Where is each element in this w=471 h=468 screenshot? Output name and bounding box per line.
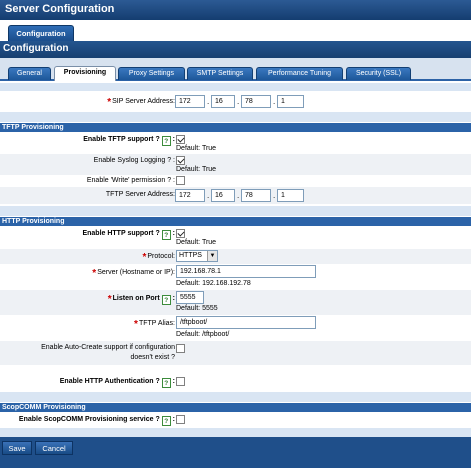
tab-configuration[interactable]: Configuration <box>8 25 74 41</box>
tftp-address-label: TFTP Server Address: <box>105 191 175 198</box>
page-title: Configuration <box>0 41 471 58</box>
write-permission-checkbox[interactable] <box>176 176 185 185</box>
write-permission-row: Enable 'Write' permission ? : <box>0 175 471 187</box>
tftp-ip-1[interactable]: 172 <box>175 189 205 202</box>
port-label: *Listen on Port? : <box>107 294 175 305</box>
tab-security-ssl[interactable]: Security (SSL) <box>346 67 411 80</box>
required-star-icon: * <box>142 252 147 263</box>
server-default: Default: 192.168.192.78 <box>176 280 251 287</box>
tftp-address-row: TFTP Server Address: 172 . 16 . 78 . 1 <box>0 187 471 204</box>
http-section-header: HTTP Provisioning <box>0 217 471 226</box>
http-enable-row: Enable HTTP support ?? : Default: True <box>0 227 471 248</box>
server-input[interactable]: 192.168.78.1 <box>176 265 316 278</box>
required-star-icon: * <box>92 268 97 279</box>
help-icon[interactable]: ? <box>161 136 171 146</box>
tftp-ip-2[interactable]: 16 <box>211 189 235 202</box>
scop-enable-row: Enable ScopCOMM Provisioning service ?? … <box>0 413 471 428</box>
tab-provisioning[interactable]: Provisioning <box>54 66 116 81</box>
scop-enable-label: Enable ScopCOMM Provisioning service ?? … <box>18 416 175 426</box>
syslog-default: Default: True <box>176 166 217 173</box>
sip-row: *SIP Server Address: 172 . 16 . 78 . 1 <box>0 93 471 110</box>
help-icon[interactable]: ? <box>161 295 171 305</box>
autocreate-row: Enable Auto-Create support if configurat… <box>0 341 471 365</box>
cancel-button[interactable]: Cancel <box>35 441 73 455</box>
tftp-ip-3[interactable]: 78 <box>241 189 271 202</box>
protocol-select[interactable]: HTTPS ▼ <box>176 250 218 262</box>
http-enable-label: Enable HTTP support ?? : <box>82 230 175 240</box>
alias-label: *TFTP Alias: <box>134 319 175 330</box>
help-icon[interactable]: ? <box>161 230 171 240</box>
server-row: *Server (Hostname or IP): 192.168.78.1 D… <box>0 264 471 290</box>
http-enable-default: Default: True <box>176 239 217 246</box>
sip-ip-2[interactable]: 16 <box>211 95 235 108</box>
top-tabstrip: Configuration <box>0 20 471 41</box>
required-star-icon: * <box>107 97 112 108</box>
write-permission-label: Enable 'Write' permission ? : <box>86 177 175 184</box>
auth-row: Enable HTTP Authentication ?? : <box>0 375 471 390</box>
tftp-enable-label: Enable TFTP support ?? : <box>83 136 175 146</box>
alias-row: *TFTP Alias: /tftpboot/ Default: /tftpbo… <box>0 315 471 341</box>
help-icon[interactable]: ? <box>161 416 171 426</box>
required-star-icon: * <box>134 319 138 330</box>
sip-label-text: SIP Server Address: <box>112 98 175 105</box>
port-input[interactable]: 5555 <box>176 291 204 304</box>
tab-general[interactable]: General <box>8 67 51 80</box>
syslog-label: Enable Syslog Logging ? : <box>93 157 175 164</box>
sip-ip-3[interactable]: 78 <box>241 95 271 108</box>
port-default: Default: 5555 <box>176 305 218 312</box>
scop-section-header: ScopCOMM Provisioning <box>0 403 471 412</box>
tftp-section-header: TFTP Provisioning <box>0 123 471 132</box>
window-title: Server Configuration <box>0 0 471 20</box>
http-enable-checkbox[interactable] <box>176 229 185 238</box>
autocreate-checkbox[interactable] <box>176 344 185 353</box>
autocreate-label-line2: doesn't exist ? <box>130 354 175 361</box>
protocol-label: *Protocol: <box>142 252 175 263</box>
syslog-row: Enable Syslog Logging ? : Default: True <box>0 154 471 175</box>
protocol-row: *Protocol: HTTPS ▼ <box>0 249 471 264</box>
tab-performance-tuning[interactable]: Performance Tuning <box>256 67 343 80</box>
alias-input[interactable]: /tftpboot/ <box>176 316 316 329</box>
auth-checkbox[interactable] <box>176 377 185 386</box>
tftp-ip-4[interactable]: 1 <box>277 189 304 202</box>
tab-proxy-settings[interactable]: Proxy Settings <box>118 67 185 80</box>
band <box>0 83 471 91</box>
help-icon[interactable]: ? <box>161 378 171 388</box>
required-star-icon: * <box>107 294 112 305</box>
chevron-down-icon[interactable]: ▼ <box>207 251 217 261</box>
tab-smtp-settings[interactable]: SMTP Settings <box>187 67 253 80</box>
button-bar: Save Cancel <box>0 437 471 468</box>
autocreate-label-line1: Enable Auto-Create support if configurat… <box>41 344 175 351</box>
sip-label: *SIP Server Address: <box>107 97 175 108</box>
tftp-enable-checkbox[interactable] <box>176 135 185 144</box>
settings-tabs: General Provisioning Proxy Settings SMTP… <box>0 58 471 81</box>
syslog-checkbox[interactable] <box>176 156 185 165</box>
sip-ip-4[interactable]: 1 <box>277 95 304 108</box>
auth-label: Enable HTTP Authentication ?? : <box>59 378 175 388</box>
save-button[interactable]: Save <box>2 441 32 455</box>
port-row: *Listen on Port? : 5555 Default: 5555 <box>0 290 471 315</box>
server-label: *Server (Hostname or IP): <box>92 268 175 279</box>
scop-enable-checkbox[interactable] <box>176 415 185 424</box>
tftp-enable-default: Default: True <box>176 145 217 152</box>
tftp-enable-row: Enable TFTP support ?? : Default: True <box>0 133 471 154</box>
alias-default: Default: /tftpboot/ <box>176 331 230 338</box>
sip-ip-1[interactable]: 172 <box>175 95 205 108</box>
